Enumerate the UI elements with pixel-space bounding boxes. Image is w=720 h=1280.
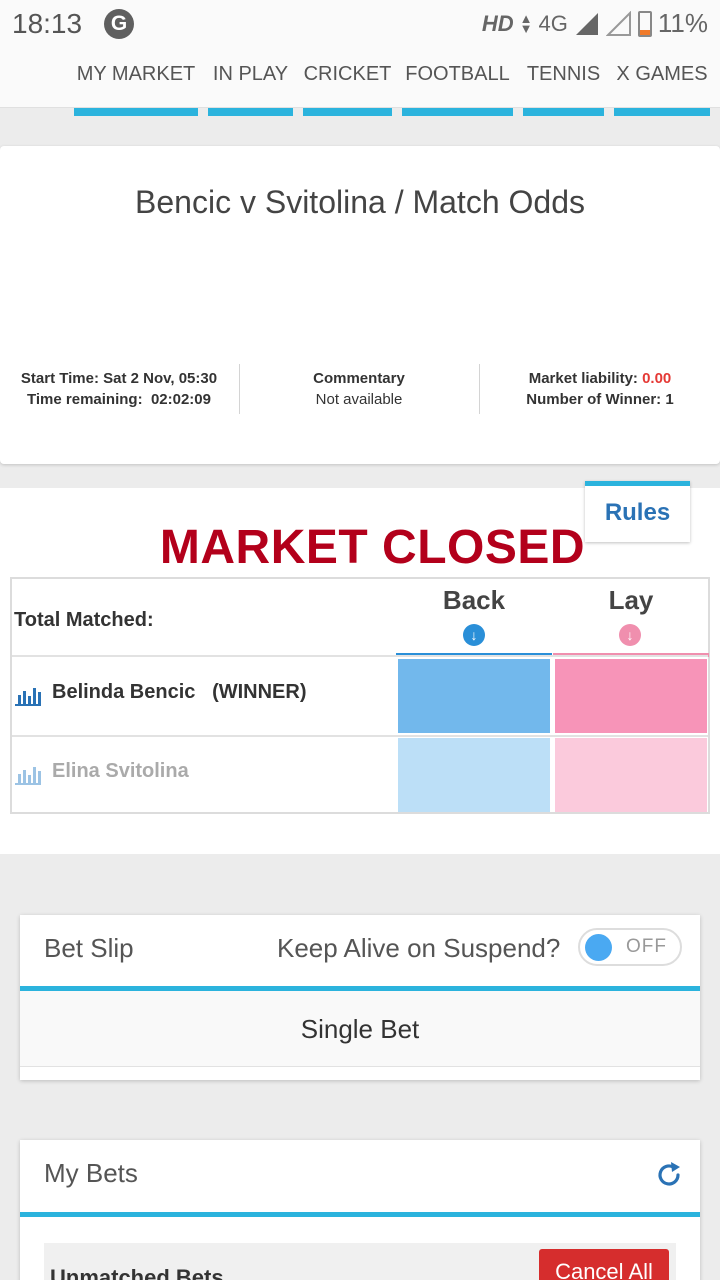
liability-block: Market liability: 0.00 Number of Winner:… <box>480 368 720 410</box>
chart-bars-icon[interactable] <box>14 763 42 785</box>
back-odds-cell[interactable] <box>398 738 550 812</box>
market-info-card: Bencic v Svitolina / Match Odds Start Ti… <box>0 146 720 464</box>
odds-table: Total Matched: Back ↓ Lay ↓ Belinda Benc… <box>10 577 710 814</box>
unmatched-bets-section: Unmatched Bets Cancel All <box>44 1243 676 1280</box>
market-closed-banner: MARKET CLOSED <box>159 521 586 574</box>
liability-value: 0.00 <box>642 370 672 387</box>
battery-icon <box>637 10 652 37</box>
tab-label: X GAMES <box>616 63 708 85</box>
lay-odds-cell[interactable] <box>555 659 707 733</box>
network-type: 4G <box>538 10 568 36</box>
unmatched-bets-label: Unmatched Bets <box>50 1265 224 1280</box>
tab-label: CRICKET <box>303 63 392 85</box>
my-bets-accent-line <box>20 1212 700 1217</box>
toggle-knob <box>585 934 612 961</box>
status-time: 18:13 <box>12 8 83 39</box>
data-arrows-icon: ▲ ▼ <box>519 10 533 36</box>
battery-percent: 11% <box>657 8 708 38</box>
winners-label: Number of Winner: <box>526 391 662 408</box>
tab-label: IN PLAY <box>212 63 289 85</box>
winners-value: 1 <box>665 391 674 408</box>
commentary-value: Not available <box>315 391 403 408</box>
tab-underline <box>208 108 293 116</box>
google-icon: G <box>104 9 134 39</box>
keep-alive-toggle[interactable]: OFF <box>578 928 682 966</box>
tab-tennis[interactable]: TENNIS <box>523 48 604 116</box>
tab-underline <box>402 108 513 116</box>
time-remaining-label: Time remaining: <box>27 391 143 408</box>
tab-x-games[interactable]: X GAMES <box>614 48 710 116</box>
odds-card: Rules MARKET CLOSED Total Matched: Back … <box>0 481 720 854</box>
start-time-label: Start Time: <box>20 370 99 387</box>
tab-label: FOOTBALL <box>405 63 510 85</box>
tab-my-market[interactable]: MY MARKET <box>74 48 198 116</box>
tab-underline <box>74 108 198 116</box>
back-header: Back <box>442 585 506 615</box>
winner-tag: (WINNER) <box>212 681 307 703</box>
runner-name-text: Elina Svitolina <box>52 760 189 782</box>
keep-alive-label: Keep Alive on Suspend? <box>277 933 561 963</box>
my-bets-card: My Bets Unmatched Bets Cancel All <box>20 1140 700 1280</box>
tab-label: TENNIS <box>526 63 601 85</box>
lay-arrow-icon: ↓ <box>619 624 641 646</box>
bet-slip-card: Bet Slip Keep Alive on Suspend? OFF Sing… <box>20 915 700 1080</box>
my-bets-title: My Bets <box>44 1158 138 1188</box>
total-matched-label: Total Matched: <box>14 609 154 631</box>
runner-name: Elina Svitolina <box>52 760 189 783</box>
signal-empty-icon <box>605 10 631 36</box>
refresh-icon[interactable] <box>654 1160 684 1190</box>
status-indicators: HD ▲ ▼ 4G 11% <box>482 8 708 39</box>
bet-slip-title: Bet Slip <box>44 933 134 963</box>
signal-strong-icon <box>575 12 598 35</box>
cancel-all-button[interactable]: Cancel All <box>539 1249 669 1280</box>
lay-odds-cell[interactable] <box>555 738 707 812</box>
liability-label: Market liability: <box>528 370 638 387</box>
time-remaining-value: 02:02:09 <box>150 391 211 408</box>
single-bet-tab[interactable]: Single Bet <box>20 991 700 1067</box>
tab-cricket[interactable]: CRICKET <box>303 48 392 116</box>
market-times: Start Time: Sat 2 Nov, 05:30 Time remain… <box>0 368 238 410</box>
runner-name-text: Belinda Bencic <box>52 681 196 703</box>
runner-row: Belinda Bencic (WINNER) <box>12 657 708 735</box>
back-arrow-icon: ↓ <box>463 624 485 646</box>
tab-in-play[interactable]: IN PLAY <box>208 48 293 116</box>
top-nav: MY MARKET IN PLAY CRICKET FOOTBALL TENNI… <box>0 48 720 116</box>
status-bar: 18:13 G HD ▲ ▼ 4G 11% <box>0 0 720 48</box>
back-odds-cell[interactable] <box>398 659 550 733</box>
tab-underline <box>303 108 392 116</box>
tab-underline <box>523 108 604 116</box>
toggle-state: OFF <box>626 936 667 957</box>
runner-row: Elina Svitolina <box>12 736 708 814</box>
runner-name: Belinda Bencic (WINNER) <box>52 681 307 704</box>
market-title: Bencic v Svitolina / Match Odds <box>135 184 585 220</box>
commentary-block: Commentary Not available <box>240 368 478 410</box>
chart-bars-icon[interactable] <box>14 684 42 706</box>
commentary-label: Commentary <box>313 370 405 387</box>
lay-header: Lay <box>608 585 654 615</box>
start-time-value: Sat 2 Nov, 05:30 <box>103 370 218 387</box>
tab-football[interactable]: FOOTBALL <box>402 48 513 116</box>
hd-indicator: HD <box>481 10 514 36</box>
tab-label: MY MARKET <box>76 63 196 85</box>
tab-underline <box>614 108 710 116</box>
